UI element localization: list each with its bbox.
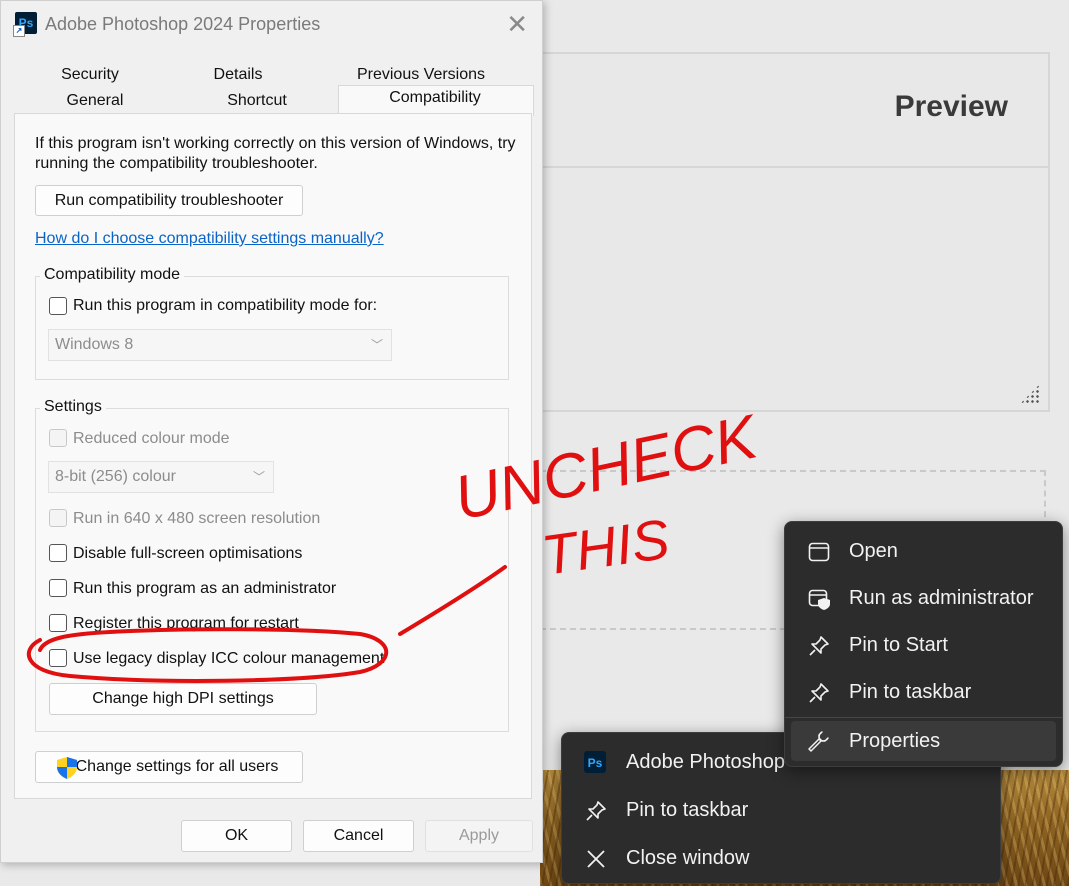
intro-text-1: If this program isn't working correctly … — [35, 135, 516, 152]
resize-grip-icon[interactable] — [1020, 384, 1040, 404]
tab-security[interactable]: Security — [15, 66, 165, 84]
tab-compatibility[interactable]: Compatibility — [338, 89, 532, 107]
menu-item-pin-to-start-label: Pin to Start — [849, 634, 948, 656]
dialog-title: Adobe Photoshop 2024 Properties — [45, 14, 321, 34]
resolution-640-label: Run in 640 x 480 screen resolution — [73, 510, 321, 527]
dialog-titlebar[interactable]: Ps ↗ Adobe Photoshop 2024 Properties ✕ — [1, 1, 542, 47]
disable-fullscreen-label: Disable full-screen optimisations — [73, 545, 303, 562]
shortcut-arrow-icon: ↗ — [13, 25, 25, 37]
tab-details[interactable]: Details — [165, 66, 311, 84]
chevron-down-icon: ﹀ — [252, 470, 265, 484]
preview-title: Preview — [894, 90, 1008, 123]
menu-item-open-label: Open — [849, 540, 898, 562]
shield-window-icon — [808, 589, 830, 610]
settings-group: Settings Reduced colour mode 8-bit (256)… — [35, 398, 509, 732]
window-icon — [808, 542, 830, 562]
menu-item-pin-to-start[interactable]: Pin to Start — [785, 622, 1062, 668]
compat-mode-checkbox[interactable] — [49, 297, 67, 315]
menu-item-pin-to-taskbar[interactable]: Pin to taskbar — [785, 669, 1062, 715]
compatibility-mode-group: Compatibility mode Run this program in c… — [35, 266, 509, 380]
tab-general[interactable]: General — [15, 92, 175, 110]
menu-separator — [785, 717, 1062, 718]
menu-item-run-as-admin[interactable]: Run as administrator — [785, 575, 1062, 621]
change-settings-all-users-button[interactable]: Change settings for all users — [35, 751, 303, 783]
change-high-dpi-button[interactable]: Change high DPI settings — [49, 683, 317, 715]
photoshop-shortcut-icon: Ps ↗ — [13, 12, 37, 37]
menu-item-properties-label: Properties — [849, 730, 941, 752]
taskbar-pin-label: Pin to taskbar — [626, 799, 749, 821]
menu-item-pin-to-taskbar-label: Pin to taskbar — [849, 681, 972, 703]
context-menu: Open Run as administrator Pin to Start P… — [784, 521, 1063, 767]
close-button[interactable]: ✕ — [506, 9, 528, 40]
change-settings-all-users-label: Change settings for all users — [75, 758, 279, 775]
close-icon — [587, 850, 605, 868]
tab-shortcut[interactable]: Shortcut — [175, 92, 339, 110]
preview-header: Preview — [542, 54, 1048, 168]
menu-item-run-as-admin-label: Run as administrator — [849, 587, 1034, 609]
colour-depth-select[interactable]: 8-bit (256) colour ﹀ — [48, 461, 274, 493]
run-as-admin-checkbox[interactable] — [49, 579, 67, 597]
uac-shield-icon — [57, 757, 77, 779]
pin-icon — [586, 801, 606, 821]
compat-os-value: Windows 8 — [55, 336, 134, 353]
intro-text-2: running the compatibility troubleshooter… — [35, 155, 318, 172]
cancel-button[interactable]: Cancel — [303, 820, 414, 852]
taskbar-pin-item[interactable]: Pin to taskbar — [562, 787, 1000, 833]
reduced-colour-label: Reduced colour mode — [73, 430, 230, 447]
apply-button[interactable]: Apply — [425, 820, 533, 852]
legacy-icc-label: Use legacy display ICC colour management — [73, 650, 385, 667]
reduced-colour-checkbox[interactable] — [49, 429, 67, 447]
close-window-label: Close window — [626, 847, 750, 869]
compatibility-help-link[interactable]: How do I choose compatibility settings m… — [35, 230, 384, 248]
close-window-item[interactable]: Close window — [562, 835, 1000, 881]
legacy-icc-checkbox[interactable] — [49, 649, 67, 667]
register-restart-label: Register this program for restart — [73, 615, 299, 632]
disable-fullscreen-checkbox[interactable] — [49, 544, 67, 562]
properties-dialog: Ps ↗ Adobe Photoshop 2024 Properties ✕ S… — [0, 0, 543, 863]
run-troubleshooter-button[interactable]: Run compatibility troubleshooter — [35, 185, 303, 216]
pin-icon — [809, 683, 829, 703]
menu-item-open[interactable]: Open — [785, 528, 1062, 574]
register-restart-checkbox[interactable] — [49, 614, 67, 632]
wrench-icon — [808, 731, 829, 752]
compat-os-select[interactable]: Windows 8 ﹀ — [48, 329, 392, 361]
compat-mode-checkbox-label: Run this program in compatibility mode f… — [73, 297, 378, 314]
colour-depth-value: 8-bit (256) colour — [55, 468, 176, 485]
run-as-admin-label: Run this program as an administrator — [73, 580, 337, 597]
taskbar-app-label: Adobe Photoshop — [626, 751, 786, 773]
preview-panel: Preview — [540, 52, 1050, 412]
ok-button[interactable]: OK — [181, 820, 292, 852]
chevron-down-icon: ﹀ — [370, 338, 383, 352]
menu-item-properties[interactable]: Properties — [791, 721, 1056, 761]
compatibility-page: If this program isn't working correctly … — [14, 113, 532, 799]
tab-previous-versions[interactable]: Previous Versions — [311, 66, 531, 84]
settings-label: Settings — [40, 398, 106, 416]
resolution-640-checkbox[interactable] — [49, 509, 67, 527]
compatibility-mode-label: Compatibility mode — [40, 266, 185, 284]
photoshop-icon: Ps — [584, 751, 606, 773]
pin-icon — [809, 636, 829, 656]
